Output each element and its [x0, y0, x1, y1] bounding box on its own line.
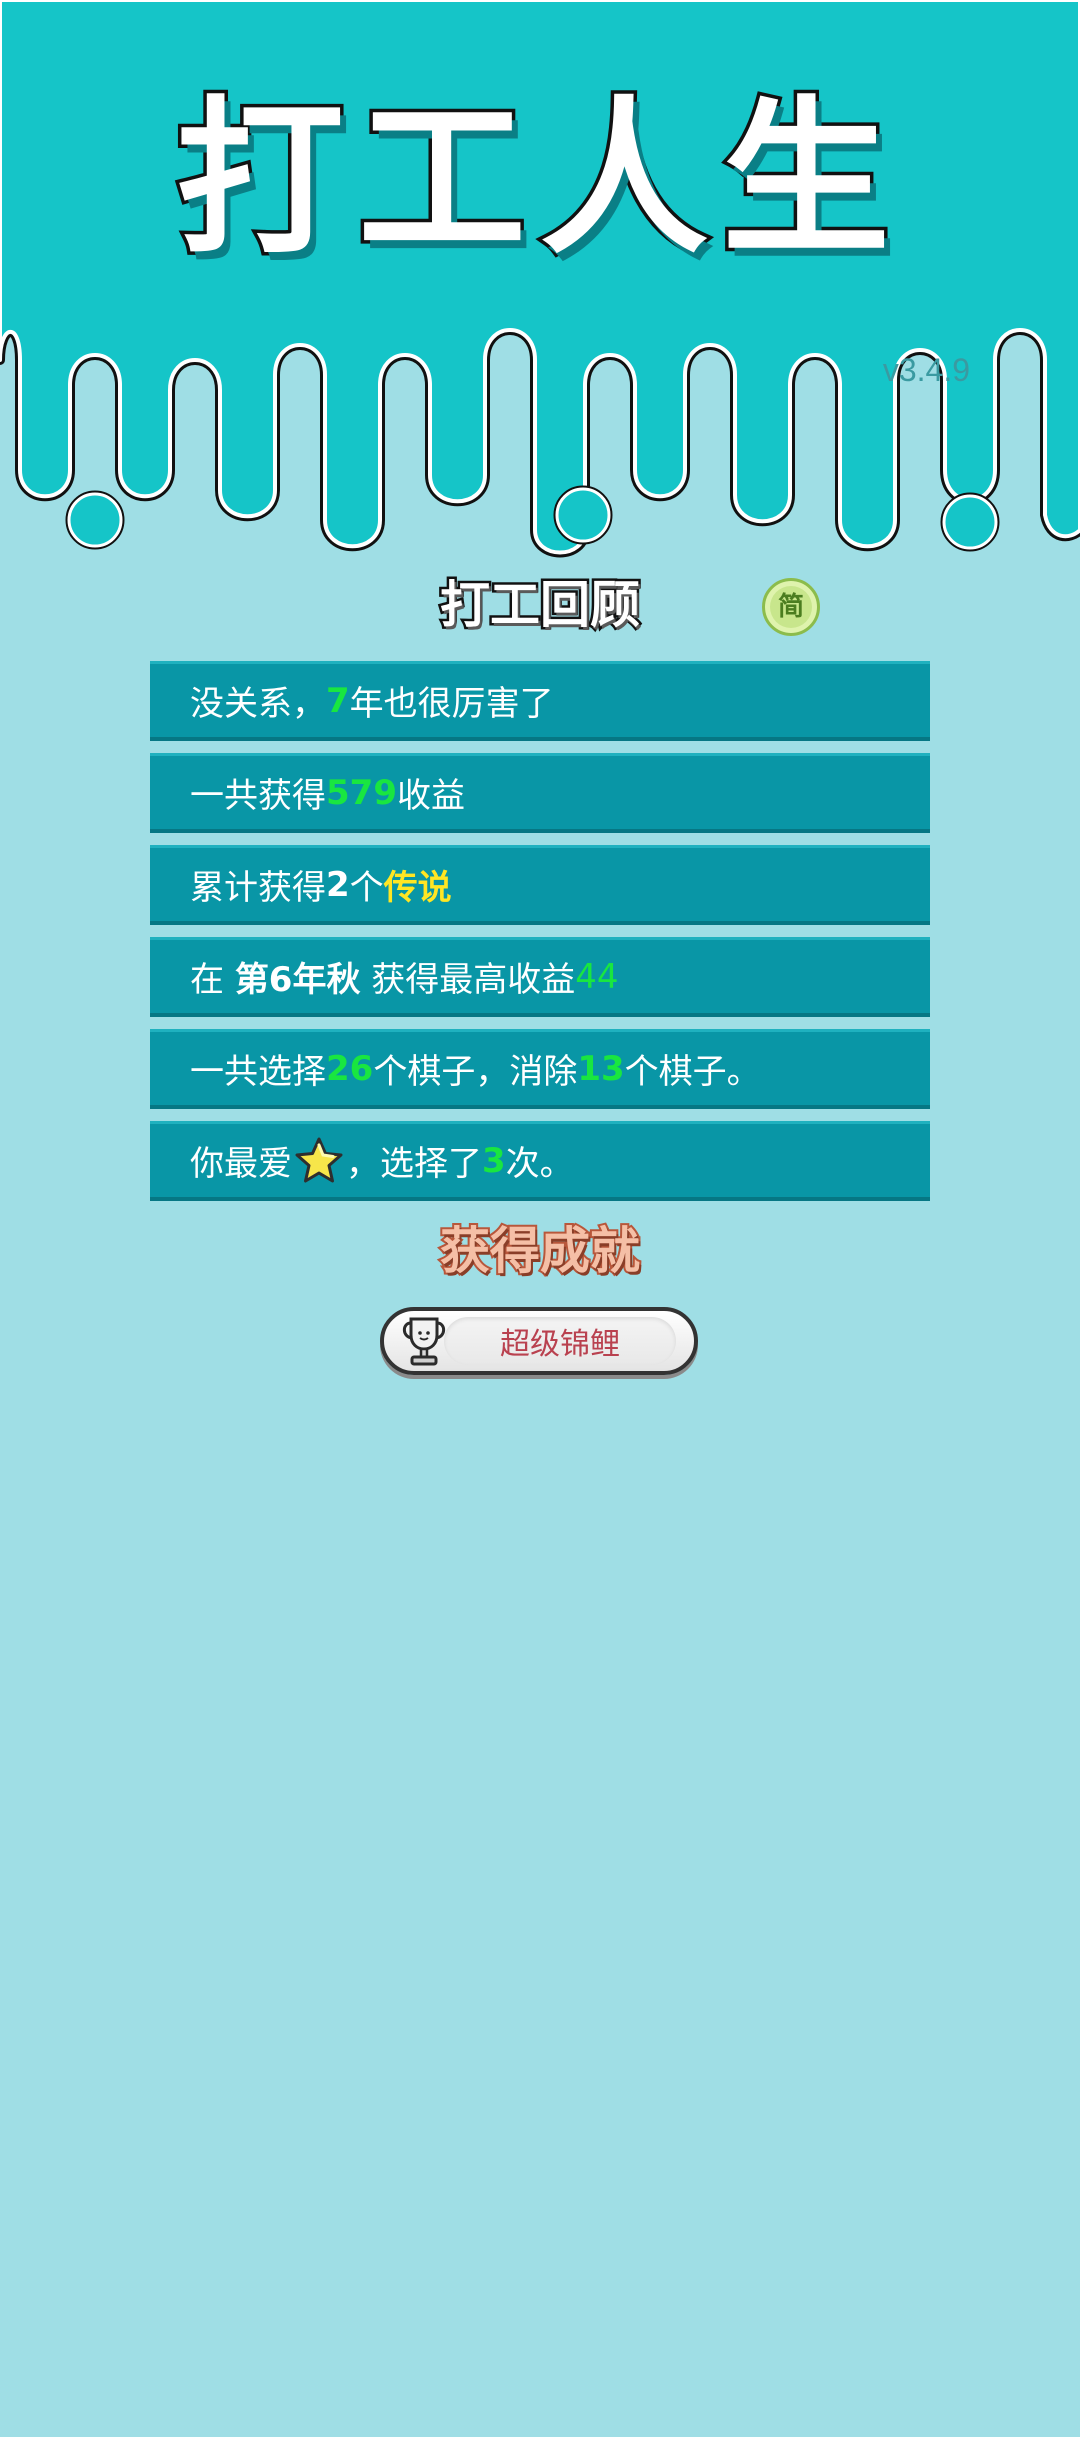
achievement-label: 超级锦鲤: [500, 1327, 620, 1362]
legend-label: 传说: [383, 868, 452, 908]
stat-text: 一共选择: [190, 1052, 326, 1092]
stat-income: 一共获得 579 收益: [150, 753, 930, 833]
game-title: 打工人生: [173, 81, 904, 277]
stat-text: 年也很厉害了: [349, 684, 554, 724]
years-value: 7: [326, 680, 350, 721]
stat-max-income: 在 第6年秋 获得最高收益 44: [150, 937, 930, 1017]
stat-text: ，选择了: [346, 1144, 482, 1184]
stats-list: 没关系， 7 年也很厉害了 一共获得 579 收益 累计获得 2 个传说 在 第6年秋 获得…: [150, 661, 930, 1213]
achievement-badge[interactable]: 超级锦鲤: [380, 1307, 698, 1375]
stat-years: 没关系， 7 年也很厉害了: [150, 661, 930, 741]
selected-value: 26: [326, 1048, 374, 1089]
stat-text: 个棋子，消除: [373, 1052, 578, 1092]
stat-favorite: 你最爱 ，选择了 3 次。: [150, 1121, 930, 1201]
stat-text: 次。: [505, 1144, 574, 1184]
stat-text: 你最爱: [190, 1144, 292, 1184]
stat-text: 累计获得: [190, 868, 326, 908]
stat-text: 个: [349, 868, 384, 908]
star-icon: [295, 1137, 343, 1182]
stat-text: 个棋子。: [624, 1052, 761, 1092]
stat-text: 收益: [396, 776, 465, 816]
stat-legends: 累计获得 2 个传说: [150, 845, 930, 925]
times-value: 3: [482, 1140, 506, 1181]
max-income-value: 44: [575, 956, 619, 997]
removed-value: 13: [577, 1048, 625, 1089]
season-value: 第6年秋: [234, 960, 361, 1000]
stat-text: 没关系，: [190, 684, 326, 724]
stat-pieces: 一共选择 26 个棋子，消除 13 个棋子。: [150, 1029, 930, 1109]
language-toggle-label: 简: [777, 592, 804, 622]
achievement-title: 获得成就: [438, 1222, 642, 1280]
stat-text: 获得最高收益: [360, 960, 576, 1000]
stat-text: 在: [190, 960, 235, 1000]
legend-count: 2: [326, 864, 350, 905]
language-toggle-button[interactable]: 简: [762, 578, 820, 636]
income-value: 579: [326, 772, 397, 813]
header: 打工人生 v3.4.9: [0, 0, 1080, 570]
review-title: 打工回顾: [438, 576, 643, 634]
stat-text: 一共获得: [190, 776, 326, 816]
version-label: v3.4.9: [882, 352, 970, 388]
